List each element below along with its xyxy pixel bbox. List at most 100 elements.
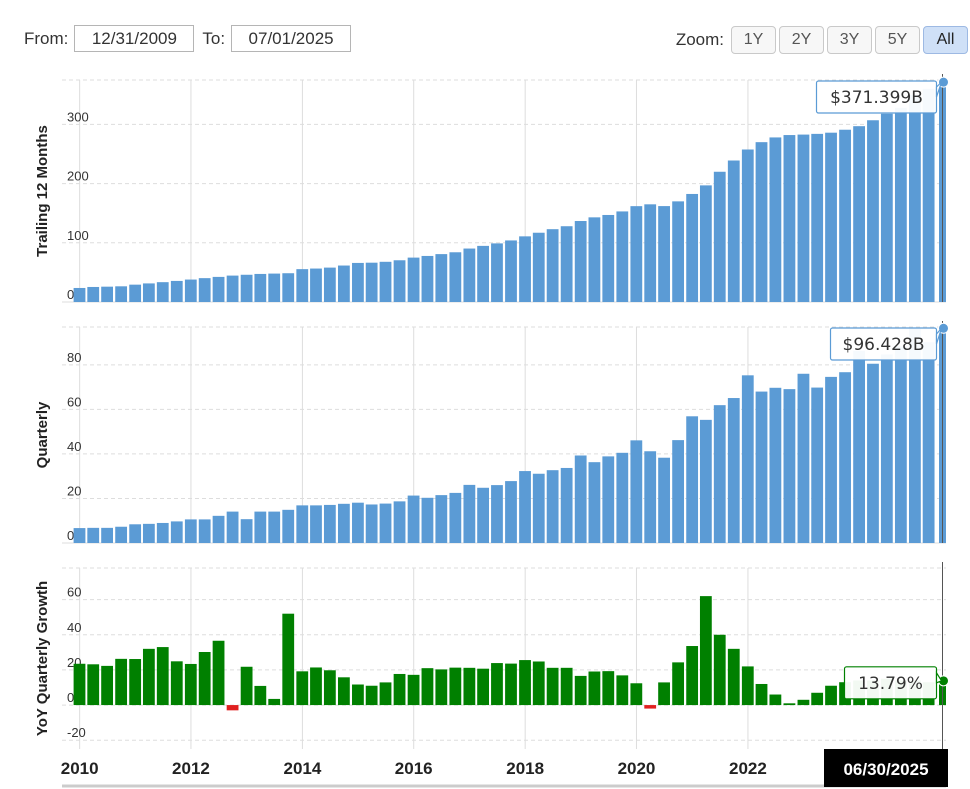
bar[interactable] xyxy=(407,674,420,706)
bar[interactable] xyxy=(282,613,295,706)
bar[interactable] xyxy=(713,405,726,543)
bar[interactable] xyxy=(699,596,712,706)
bar[interactable] xyxy=(727,160,740,302)
bar[interactable] xyxy=(658,206,670,302)
bar[interactable] xyxy=(365,262,378,302)
bar[interactable] xyxy=(741,375,754,543)
bar[interactable] xyxy=(240,666,253,706)
bar[interactable] xyxy=(184,519,197,543)
revenue-chart[interactable]: 0100200300Trailing 12 Months$371.399B020… xyxy=(0,0,970,789)
bar[interactable] xyxy=(727,398,740,543)
bar[interactable] xyxy=(156,522,169,543)
bar[interactable] xyxy=(129,659,142,706)
bar[interactable] xyxy=(477,668,489,706)
bar[interactable] xyxy=(101,286,113,302)
bar[interactable] xyxy=(170,661,183,706)
bar[interactable] xyxy=(811,387,824,543)
bar[interactable] xyxy=(519,660,531,706)
bar[interactable] xyxy=(602,671,615,706)
bar[interactable] xyxy=(699,185,712,302)
bar[interactable] xyxy=(699,419,712,543)
bar[interactable] xyxy=(672,662,685,706)
bar[interactable] xyxy=(337,503,350,543)
bar[interactable] xyxy=(894,107,907,302)
bar[interactable] xyxy=(268,273,281,302)
bar[interactable] xyxy=(560,467,573,543)
bar[interactable] xyxy=(115,286,128,302)
bar[interactable] xyxy=(713,171,726,302)
bar[interactable] xyxy=(352,262,364,302)
bar[interactable] xyxy=(310,667,322,706)
bar[interactable] xyxy=(449,492,462,543)
bar[interactable] xyxy=(198,278,211,302)
bar[interactable] xyxy=(686,416,699,543)
bar[interactable] xyxy=(115,526,128,543)
bar[interactable] xyxy=(922,342,935,543)
bar[interactable] xyxy=(73,663,86,706)
bar[interactable] xyxy=(101,665,113,706)
bar[interactable] xyxy=(922,88,935,302)
bar[interactable] xyxy=(755,142,768,302)
bar[interactable] xyxy=(407,257,420,302)
bar[interactable] xyxy=(602,214,615,302)
bar[interactable] xyxy=(505,481,517,543)
bar[interactable] xyxy=(212,640,225,706)
bar[interactable] xyxy=(296,269,309,302)
bar[interactable] xyxy=(644,705,657,709)
bar[interactable] xyxy=(310,268,322,302)
bar[interactable] xyxy=(839,129,851,302)
bar[interactable] xyxy=(268,511,281,543)
bar[interactable] xyxy=(769,387,782,543)
bar[interactable] xyxy=(532,232,545,302)
bar[interactable] xyxy=(519,471,531,543)
bar[interactable] xyxy=(449,667,462,706)
bar[interactable] xyxy=(365,504,378,543)
bar[interactable] xyxy=(546,470,559,543)
bar[interactable] xyxy=(129,284,142,302)
bar[interactable] xyxy=(352,684,364,706)
bar[interactable] xyxy=(755,683,768,706)
bar[interactable] xyxy=(546,229,559,302)
bar[interactable] xyxy=(198,519,211,543)
bar[interactable] xyxy=(435,669,448,706)
bar[interactable] xyxy=(560,226,573,302)
bar[interactable] xyxy=(296,671,309,706)
bar[interactable] xyxy=(393,260,406,302)
bar[interactable] xyxy=(212,276,225,302)
bar[interactable] xyxy=(337,677,350,706)
bar[interactable] xyxy=(755,391,768,543)
bar[interactable] xyxy=(560,667,573,706)
bar[interactable] xyxy=(588,671,601,706)
bar[interactable] xyxy=(867,363,879,543)
bar[interactable] xyxy=(170,280,183,302)
bar[interactable] xyxy=(449,252,462,302)
bar[interactable] xyxy=(630,206,643,302)
bar[interactable] xyxy=(658,682,670,706)
bar[interactable] xyxy=(226,511,239,543)
bar[interactable] xyxy=(491,243,503,302)
bar[interactable] xyxy=(268,698,281,706)
bar[interactable] xyxy=(254,511,267,543)
bar[interactable] xyxy=(797,373,810,543)
bar[interactable] xyxy=(170,521,183,543)
bar[interactable] xyxy=(797,699,810,706)
bar[interactable] xyxy=(254,685,267,706)
bar[interactable] xyxy=(365,685,378,706)
bar[interactable] xyxy=(783,135,796,302)
bar[interactable] xyxy=(505,663,517,706)
bar[interactable] xyxy=(323,670,336,706)
bar[interactable] xyxy=(519,236,531,302)
bar[interactable] xyxy=(212,515,225,543)
bar[interactable] xyxy=(853,350,865,543)
bar[interactable] xyxy=(630,683,643,706)
bar[interactable] xyxy=(240,519,253,543)
bar[interactable] xyxy=(616,675,629,706)
bar[interactable] xyxy=(532,473,545,543)
bar[interactable] xyxy=(296,505,309,543)
bar[interactable] xyxy=(741,149,754,302)
bar[interactable] xyxy=(811,133,824,302)
bar[interactable] xyxy=(616,452,629,543)
bar[interactable] xyxy=(616,211,629,302)
bar[interactable] xyxy=(769,137,782,302)
bar[interactable] xyxy=(630,440,643,543)
